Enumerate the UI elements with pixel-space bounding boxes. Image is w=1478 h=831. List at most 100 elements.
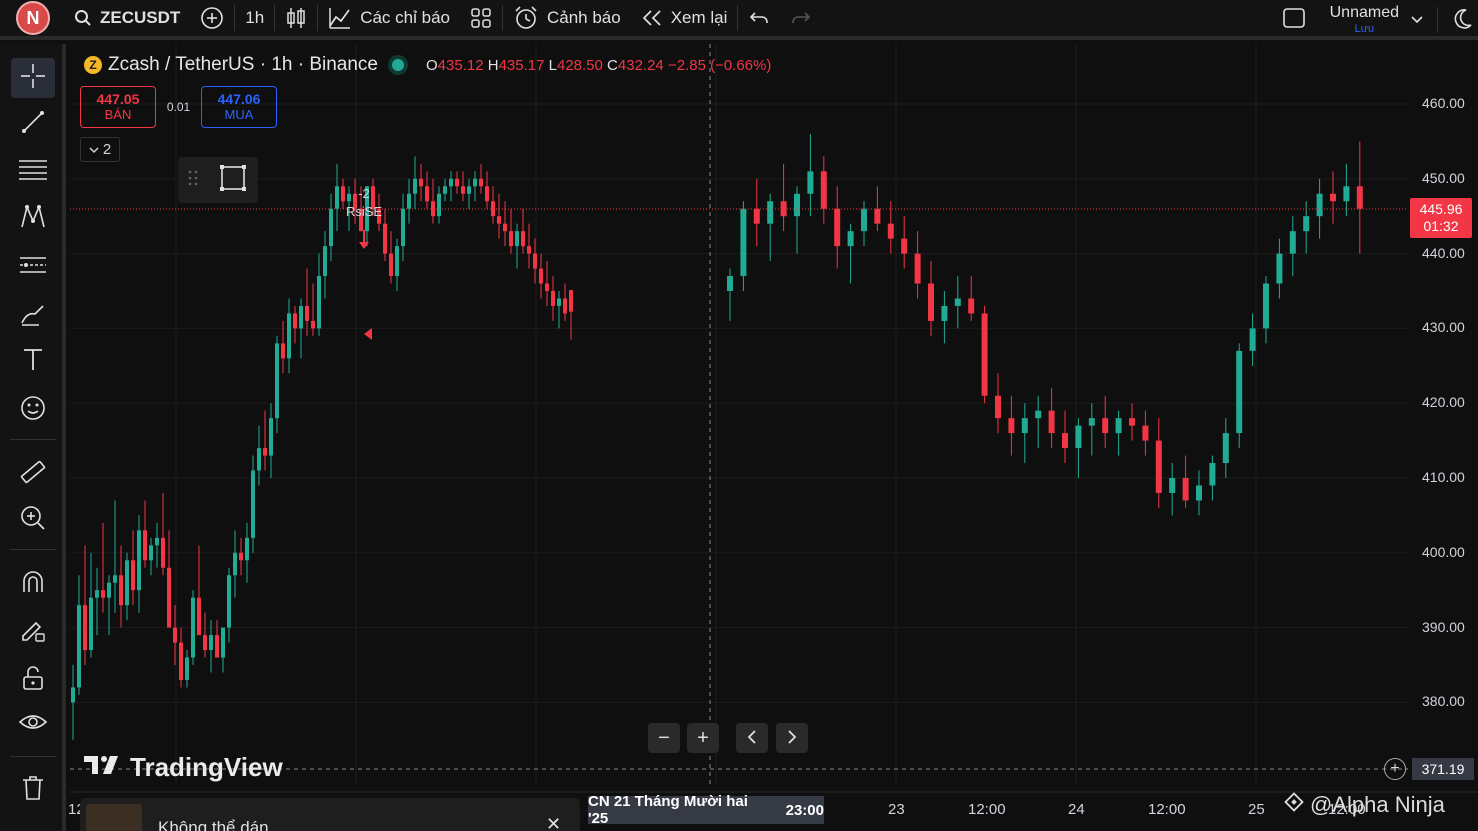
user-avatar[interactable]: N (16, 1, 50, 35)
candle-body (281, 343, 285, 359)
chart-pane[interactable]: -2 RsiSE Z Zcash / TetherUS · 1h · Binanc… (68, 44, 1478, 831)
trendline-tool-button[interactable] (11, 104, 55, 144)
drag-handle-icon[interactable] (188, 169, 198, 192)
undo-button[interactable] (738, 0, 780, 38)
candle-body (257, 448, 261, 471)
text-tool-button[interactable] (11, 342, 55, 382)
candle-body (275, 343, 279, 419)
candle-body (1035, 410, 1042, 419)
candle-body (71, 687, 75, 703)
price-chart[interactable]: -2 RsiSE (70, 44, 1478, 831)
chevron-right-icon (787, 727, 797, 750)
open-label: O (426, 56, 438, 74)
candle-body (861, 208, 867, 232)
theme-icon[interactable] (1452, 7, 1474, 34)
candles-icon (285, 6, 307, 30)
compare-symbol-button[interactable] (190, 0, 234, 38)
replay-label: Xem lại (670, 8, 728, 27)
sell-button[interactable]: 447.05 BÁN (80, 86, 156, 128)
alerts-button[interactable]: Cảnh báo (503, 0, 631, 38)
candle-body (167, 567, 171, 628)
horizontal-lines-tool-button[interactable] (11, 152, 55, 192)
candle-body (467, 186, 471, 194)
price-axis-tick-label: 410.00 (1422, 469, 1465, 485)
drawing-toolbar (0, 44, 66, 831)
candle-body (437, 193, 441, 217)
current-price-value: 445.96 (1419, 200, 1463, 217)
save-label: Lưu (1354, 23, 1375, 35)
add-alert-plus-icon[interactable]: + (1384, 758, 1406, 780)
magnet-tool-button[interactable] (11, 564, 55, 604)
ruler-tool-button[interactable] (11, 454, 55, 494)
scroll-left-button[interactable] (736, 723, 768, 753)
unlock-button[interactable] (11, 660, 55, 700)
brush-tool-button[interactable] (11, 296, 55, 336)
candle-body (137, 530, 141, 591)
sell-price: 447.05 (96, 91, 140, 108)
tradingview-logo[interactable]: TradingView (84, 752, 283, 783)
prediction-tool-button[interactable] (11, 247, 55, 287)
chart-type-button[interactable] (275, 0, 317, 38)
hide-drawings-button[interactable] (11, 705, 55, 745)
indicators-button[interactable]: Các chỉ báo (318, 0, 460, 38)
eye-icon (18, 710, 48, 741)
save-layout-button[interactable]: Unnamed Lưu (1330, 5, 1399, 35)
zoom-in-button[interactable]: + (687, 723, 719, 753)
candle-body (1236, 350, 1243, 434)
candle-body (485, 186, 489, 202)
rectangle-tool-icon[interactable] (218, 163, 248, 198)
smiley-icon (19, 394, 47, 427)
candle-body (941, 305, 948, 321)
candle-body (95, 590, 99, 598)
candle-body (461, 186, 465, 194)
layout-square-icon[interactable] (1282, 6, 1306, 35)
price-axis-tick-label: 430.00 (1422, 319, 1465, 336)
candle-body (539, 268, 543, 284)
indicators-icon (328, 6, 352, 30)
delete-drawings-button[interactable] (11, 770, 55, 810)
zoom-in-tool-button[interactable] (11, 500, 55, 540)
horizontal-lines-icon (18, 157, 48, 188)
interval-button[interactable]: 1h (235, 0, 274, 38)
candle-body (1343, 186, 1350, 202)
candle-body (503, 223, 507, 232)
indicator-count: 2 (102, 141, 112, 158)
time-axis-label: 25 (1248, 801, 1265, 818)
emoji-tool-button[interactable] (11, 390, 55, 430)
pattern-tool-button[interactable] (11, 199, 55, 239)
candle-body (1048, 410, 1055, 434)
candle-body (551, 291, 555, 306)
pattern-icon (19, 203, 47, 236)
templates-button[interactable] (460, 0, 502, 38)
buy-button[interactable]: 447.06 MUA (201, 86, 277, 128)
lock-drawings-button[interactable] (11, 612, 55, 652)
scroll-right-button[interactable] (776, 723, 808, 753)
candle-body (119, 575, 123, 606)
candle-body (209, 635, 213, 651)
symbol-title[interactable]: Zcash / TetherUS · 1h · Binance (108, 54, 378, 76)
zcash-logo-icon: Z (84, 56, 102, 74)
close-value: 432.24 (617, 56, 664, 74)
paste-error-toast: Không thể dán ✕ (80, 798, 580, 831)
replay-button[interactable]: Xem lại (631, 0, 738, 38)
candle-body (1062, 433, 1068, 449)
trendline-icon (19, 108, 47, 141)
symbol-search-button[interactable]: ZECUSDT (64, 0, 190, 38)
candle-body (311, 320, 315, 329)
candle-body (425, 186, 429, 202)
indicators-collapse-button[interactable]: 2 (80, 137, 120, 162)
chevron-down-icon[interactable] (1411, 11, 1423, 29)
zoom-out-button[interactable]: − (648, 723, 680, 753)
close-icon[interactable]: ✕ (546, 814, 561, 831)
rewind-icon (641, 9, 663, 27)
pencil-lock-icon (19, 616, 47, 649)
candle-body (1196, 485, 1202, 501)
price-axis-tick-label: 390.00 (1422, 618, 1465, 635)
candle-body (245, 537, 249, 561)
redo-button[interactable] (780, 0, 822, 38)
low-label: L (548, 56, 557, 74)
alerts-label: Cảnh báo (546, 8, 621, 27)
current-price-label: 445.96 01:32 (1410, 198, 1472, 238)
crosshair-tool-button[interactable] (11, 58, 55, 98)
close-label: C (607, 56, 618, 74)
